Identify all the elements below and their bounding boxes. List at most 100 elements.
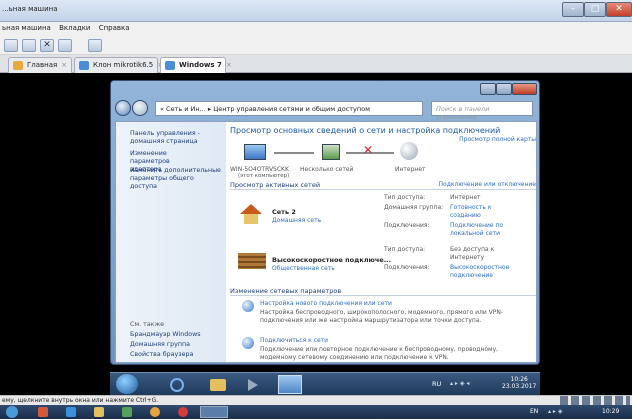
menu-tabs[interactable]: Вкладки xyxy=(57,22,94,32)
net1-homegroup-label: Домашняя группа: xyxy=(384,204,444,211)
sidebar-home-link[interactable]: Панель управления - домашняя страница xyxy=(130,130,220,146)
display-icon[interactable] xyxy=(88,39,102,52)
maximize-button[interactable]: □ xyxy=(584,2,606,17)
vm-icon xyxy=(79,61,89,70)
active-networks-heading: Просмотр активных сетей xyxy=(230,181,321,189)
close-icon[interactable]: × xyxy=(226,61,232,69)
close-button[interactable] xyxy=(512,83,537,95)
full-map-link[interactable]: Просмотр полной карты xyxy=(459,136,536,143)
host-title: ...ьная машина xyxy=(2,5,58,13)
ie-icon[interactable] xyxy=(170,378,184,392)
forward-button[interactable] xyxy=(132,100,148,116)
tray-icons[interactable]: ▴ ▸ ◈ ◂ xyxy=(450,380,469,387)
media-player-icon[interactable] xyxy=(248,379,258,391)
net2-access-value: Без доступа к Интернету xyxy=(450,246,495,261)
vmware-taskbar-icon[interactable] xyxy=(200,406,228,418)
start-button[interactable] xyxy=(116,374,138,394)
search-input[interactable]: Поиск в панели управления xyxy=(431,101,533,121)
network-icon xyxy=(322,144,340,160)
change-settings-heading: Изменение сетевых параметров xyxy=(230,287,342,295)
net1-connections-label: Подключения: xyxy=(384,222,430,229)
net1-homegroup-link[interactable]: Готовность к созданию xyxy=(450,204,520,220)
address-bar: « Сеть и Ин... ▸ Центр управления сетями… xyxy=(115,99,537,121)
host-time: 10:29 xyxy=(602,408,620,415)
disconnected-icon: ✕ xyxy=(363,143,374,157)
net1-access-value: Интернет xyxy=(450,194,481,201)
vm-icon xyxy=(165,61,175,70)
net1-name: Сеть 2 xyxy=(272,208,296,216)
status-text: ему, щелкните внутрь окна или нажмите Ct… xyxy=(2,397,159,404)
device-status-icons[interactable] xyxy=(560,396,630,405)
app-icon[interactable] xyxy=(178,407,188,417)
fullscreen-icon[interactable]: ✕ xyxy=(40,39,54,52)
sidebar: Панель управления - домашняя страница Из… xyxy=(116,122,226,362)
start-button[interactable] xyxy=(6,406,18,418)
address-field[interactable]: « Сеть и Ин... ▸ Центр управления сетями… xyxy=(155,101,423,116)
connect-disconnect-link[interactable]: Подключение или отключение xyxy=(439,181,536,188)
host-tab-strip: Главная× Клон mikrotik6.5× Windows 7× xyxy=(0,55,632,73)
explorer-icon[interactable] xyxy=(210,379,226,391)
vm-date: 23.03.2017 xyxy=(502,383,537,390)
sidebar-homegroup-link[interactable]: Домашняя группа xyxy=(130,341,190,349)
window-controls xyxy=(480,83,537,97)
menu-machine[interactable]: ьная машина xyxy=(0,22,55,32)
network-center-taskbar-icon[interactable] xyxy=(278,375,302,394)
net1-connection-link[interactable]: Подключение по локальной сети xyxy=(450,222,532,238)
net1-access-label: Тип доступа: xyxy=(384,194,426,201)
page-title: Просмотр основных сведений о сети и наст… xyxy=(230,126,501,135)
public-network-icon xyxy=(238,253,266,269)
app-icon[interactable] xyxy=(150,407,160,417)
home-icon xyxy=(13,61,23,70)
app-icon[interactable] xyxy=(122,407,132,417)
computer-name: WIN-5O4OTRVSCKK xyxy=(230,166,289,173)
maximize-button[interactable] xyxy=(496,83,512,95)
net2-connection-link[interactable]: Высокоскоростное подключение xyxy=(450,264,532,280)
host-status-bar: ему, щелкните внутрь окна или нажмите Ct… xyxy=(0,395,632,405)
sidebar-sharing-link[interactable]: Изменить дополнительные параметры общего… xyxy=(130,167,222,191)
tab-mikrotik[interactable]: Клон mikrotik6.5× xyxy=(74,57,163,73)
app-icon[interactable] xyxy=(94,407,104,417)
vm-taskbar: RU ▴ ▸ ◈ ◂ 10:26 23.03.2017 xyxy=(110,372,540,395)
globe-icon xyxy=(400,142,418,160)
tab-home[interactable]: Главная × xyxy=(8,57,72,73)
vm-clock: 10:26 23.03.2017 xyxy=(502,376,536,390)
home-network-icon xyxy=(240,204,262,224)
net1-type-link[interactable]: Домашняя сеть xyxy=(272,217,321,224)
sidebar-browser-link[interactable]: Свойства браузера xyxy=(130,351,193,359)
menu-help[interactable]: Справка xyxy=(97,22,134,32)
vm-language[interactable]: RU xyxy=(432,380,441,388)
tab-windows7[interactable]: Windows 7 × xyxy=(160,57,232,73)
net2-connections-label: Подключения: xyxy=(384,264,430,271)
main-panel: Просмотр основных сведений о сети и наст… xyxy=(230,122,536,362)
network-center-window: « Сеть и Ин... ▸ Центр управления сетями… xyxy=(110,80,540,365)
net2-type-link[interactable]: Общественная сеть xyxy=(272,265,335,272)
minimize-button[interactable] xyxy=(480,83,496,95)
minimize-button[interactable]: – xyxy=(562,2,584,17)
host-tray-icons[interactable]: ▴ ▸ ◈ xyxy=(548,408,562,415)
app-icon[interactable] xyxy=(66,407,76,417)
close-button[interactable]: ✕ xyxy=(606,2,632,17)
unity-icon[interactable] xyxy=(58,39,72,52)
setup-connection-link[interactable]: Настройка нового подключения или сети xyxy=(260,300,392,307)
back-button[interactable] xyxy=(115,100,131,116)
internet-label: Интернет xyxy=(395,166,426,173)
computer-icon xyxy=(244,144,266,160)
setup-connection-desc: Настройка беспроводного, широкополосного… xyxy=(260,309,504,324)
vm-time: 10:26 xyxy=(510,376,528,383)
net2-access-label: Тип доступа: xyxy=(384,246,426,253)
see-also-heading: См. также xyxy=(130,321,165,328)
host-taskbar: EN ▴ ▸ ◈ 10:29 xyxy=(0,405,632,419)
close-icon[interactable]: × xyxy=(61,61,67,69)
networks-label: Несколько сетей xyxy=(300,166,354,173)
host-toolbar: ✕ xyxy=(0,36,632,55)
tab-label: Windows 7 xyxy=(179,61,222,69)
host-language[interactable]: EN xyxy=(530,408,538,415)
app-icon[interactable] xyxy=(38,407,48,417)
connect-network-link[interactable]: Подключиться к сети xyxy=(260,337,328,344)
host-title-bar: ...ьная машина – □ ✕ xyxy=(0,0,632,22)
connect-network-icon xyxy=(242,337,254,349)
tab-label: Главная xyxy=(27,61,58,69)
save-icon[interactable] xyxy=(22,39,36,52)
power-icon[interactable] xyxy=(4,39,18,52)
sidebar-firewall-link[interactable]: Брандмауэр Windows xyxy=(130,331,201,339)
